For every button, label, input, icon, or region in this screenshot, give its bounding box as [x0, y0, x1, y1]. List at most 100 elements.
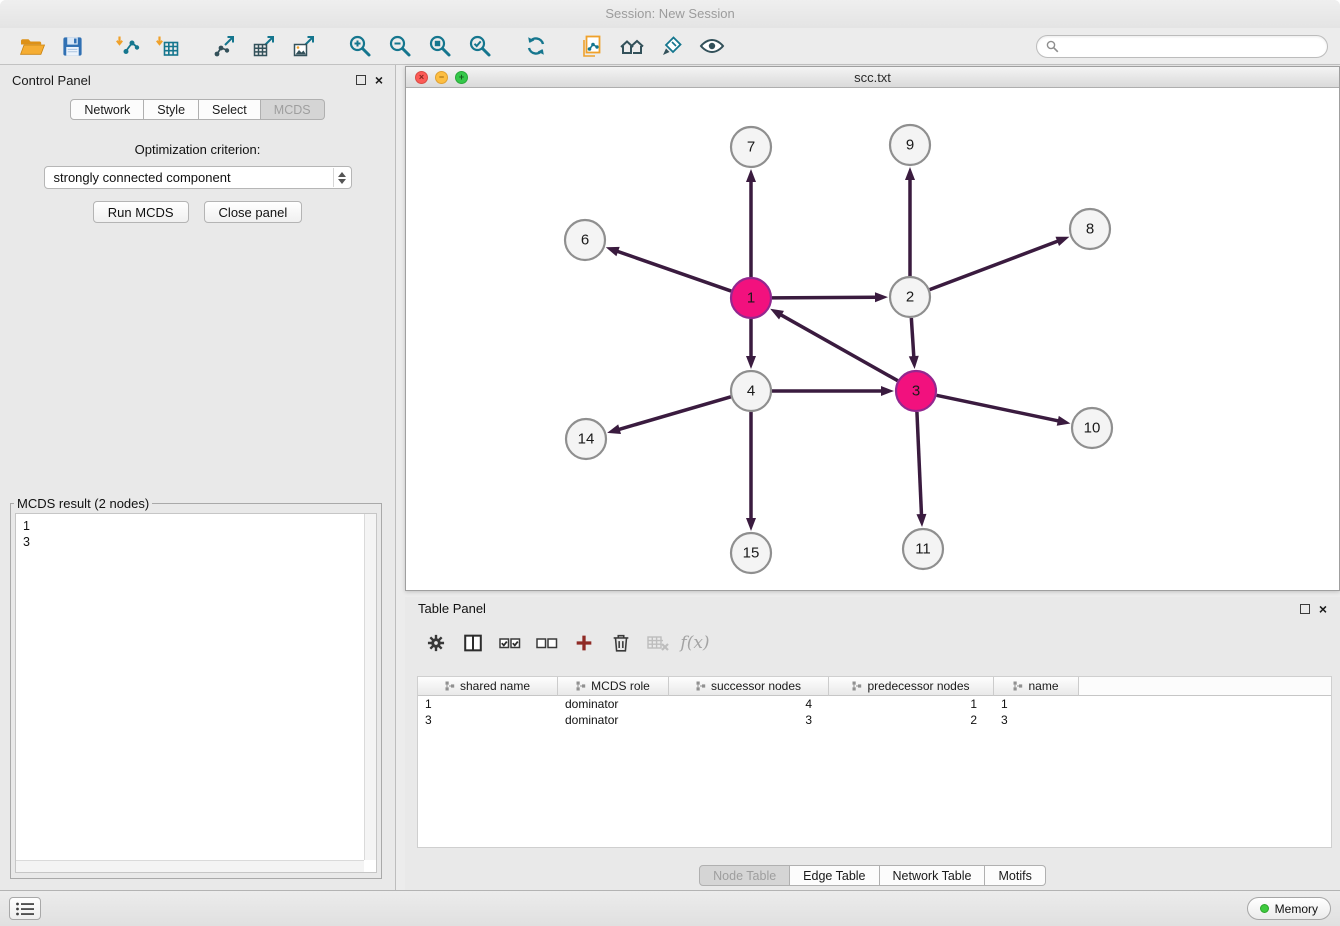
graph-node-4[interactable]: 4: [731, 371, 771, 411]
graph-edge-2-8[interactable]: [930, 241, 1059, 290]
search-field[interactable]: [1036, 35, 1328, 58]
graph-edge-3-11[interactable]: [917, 412, 922, 516]
graph-node-10[interactable]: 10: [1072, 408, 1112, 448]
toolbar-separator: [556, 28, 572, 64]
window-titlebar[interactable]: Session: New Session: [0, 0, 1340, 28]
graph-node-3[interactable]: 3: [896, 371, 936, 411]
clear-all-checks-icon[interactable]: [530, 629, 564, 657]
copy-network-icon[interactable]: [572, 31, 612, 61]
column-header-predecessor-nodes[interactable]: predecessor nodes: [829, 677, 994, 696]
show-columns-icon[interactable]: [456, 629, 490, 657]
table-tab-network-table[interactable]: Network Table: [880, 865, 986, 886]
result-horizontal-scrollbar[interactable]: [16, 860, 364, 872]
network-overview-icon[interactable]: [612, 31, 652, 61]
graph-edge-3-1[interactable]: [780, 314, 898, 380]
task-history-button[interactable]: [9, 897, 41, 920]
svg-text:11: 11: [915, 541, 931, 558]
control-panel: Control Panel × NetworkStyleSelectMCDS O…: [0, 65, 396, 890]
table-panel: Table Panel × f(x) shared nameMCDS role s…: [405, 597, 1340, 890]
search-input[interactable]: [1064, 39, 1318, 53]
zoom-selected-icon[interactable]: [460, 31, 500, 61]
graph-node-6[interactable]: 6: [565, 220, 605, 260]
table-panel-header: Table Panel ×: [405, 597, 1340, 620]
close-panel-button[interactable]: Close panel: [204, 201, 303, 223]
refresh-layout-icon[interactable]: [516, 31, 556, 61]
column-sort-icon: [696, 681, 706, 691]
network-graph-canvas[interactable]: 7 9 6 8 1 2 4 3 14 10 15 11: [406, 88, 1339, 590]
import-table-icon[interactable]: [148, 31, 188, 61]
table-cell[interactable]: 2: [829, 712, 994, 728]
table-cell[interactable]: 3: [418, 712, 558, 728]
column-header-name[interactable]: name: [994, 677, 1079, 696]
svg-text:2: 2: [906, 289, 914, 306]
tab-mcds[interactable]: MCDS: [261, 99, 325, 120]
graph-edge-2-3[interactable]: [911, 318, 914, 358]
table-panel-tabs: Node TableEdge TableNetwork TableMotifs: [405, 865, 1340, 886]
table-cell[interactable]: 4: [669, 696, 829, 712]
graph-edge-3-10[interactable]: [937, 395, 1060, 421]
graph-node-7[interactable]: 7: [731, 127, 771, 167]
delete-row-icon[interactable]: [604, 629, 638, 657]
save-session-icon[interactable]: [52, 31, 92, 61]
zoom-fit-icon[interactable]: [420, 31, 460, 61]
graph-node-11[interactable]: 11: [903, 529, 943, 569]
table-cell[interactable]: 1: [829, 696, 994, 712]
column-header-successor-nodes[interactable]: successor nodes: [669, 677, 829, 696]
close-table-panel-icon[interactable]: ×: [1319, 602, 1327, 616]
table-cell[interactable]: 3: [669, 712, 829, 728]
memory-status-dot: [1260, 904, 1269, 913]
apply-style-icon[interactable]: [652, 31, 692, 61]
table-cell[interactable]: 3: [994, 712, 1079, 728]
table-tab-node-table[interactable]: Node Table: [699, 865, 790, 886]
criterion-dropdown-value: strongly connected component: [54, 170, 231, 185]
column-sort-icon: [1013, 681, 1023, 691]
criterion-dropdown[interactable]: strongly connected component: [44, 166, 352, 189]
graph-node-14[interactable]: 14: [566, 419, 606, 459]
table-cell[interactable]: dominator: [558, 712, 669, 728]
table-row[interactable]: 1dominator411: [418, 696, 1331, 712]
table-cell[interactable]: 1: [418, 696, 558, 712]
column-header-shared-name[interactable]: shared name: [418, 677, 558, 696]
table-cell[interactable]: 1: [994, 696, 1079, 712]
tab-style[interactable]: Style: [144, 99, 199, 120]
graph-node-9[interactable]: 9: [890, 125, 930, 165]
export-network-icon[interactable]: [204, 31, 244, 61]
graph-node-15[interactable]: 15: [731, 533, 771, 573]
result-vertical-scrollbar[interactable]: [364, 514, 376, 860]
import-network-icon[interactable]: [108, 31, 148, 61]
table-toolbar: f(x): [405, 626, 1340, 660]
memory-button[interactable]: Memory: [1247, 897, 1331, 920]
float-panel-icon[interactable]: [356, 75, 366, 85]
graph-node-1[interactable]: 1: [731, 278, 771, 318]
graph-edge-1-6[interactable]: [616, 251, 731, 291]
select-all-checks-icon[interactable]: [493, 629, 527, 657]
open-session-icon[interactable]: [12, 31, 52, 61]
main-toolbar: [0, 28, 1340, 65]
zoom-out-icon[interactable]: [380, 31, 420, 61]
table-settings-icon[interactable]: [419, 629, 453, 657]
float-table-panel-icon[interactable]: [1300, 604, 1310, 614]
graph-edge-1-2[interactable]: [772, 297, 877, 298]
add-row-icon[interactable]: [567, 629, 601, 657]
graph-node-2[interactable]: 2: [890, 277, 930, 317]
run-mcds-button[interactable]: Run MCDS: [93, 201, 189, 223]
column-header-label: successor nodes: [711, 679, 801, 693]
export-image-icon[interactable]: [284, 31, 324, 61]
tab-select[interactable]: Select: [199, 99, 261, 120]
export-table-icon[interactable]: [244, 31, 284, 61]
table-cell[interactable]: dominator: [558, 696, 669, 712]
table-tab-motifs[interactable]: Motifs: [985, 865, 1045, 886]
toolbar-separator: [188, 28, 204, 64]
tab-network[interactable]: Network: [70, 99, 144, 120]
table-row[interactable]: 3dominator323: [418, 712, 1331, 728]
close-panel-icon[interactable]: ×: [375, 73, 383, 87]
graph-edge-4-14[interactable]: [618, 397, 731, 430]
table-tab-edge-table[interactable]: Edge Table: [790, 865, 879, 886]
network-window-titlebar[interactable]: × − + scc.txt: [406, 67, 1339, 88]
show-graphics-details-icon[interactable]: [692, 31, 732, 61]
zoom-in-icon[interactable]: [340, 31, 380, 61]
graph-edge-arrowhead: [1055, 237, 1069, 246]
graph-node-8[interactable]: 8: [1070, 209, 1110, 249]
column-header-MCDS-role[interactable]: MCDS role: [558, 677, 669, 696]
svg-text:3: 3: [912, 383, 920, 400]
